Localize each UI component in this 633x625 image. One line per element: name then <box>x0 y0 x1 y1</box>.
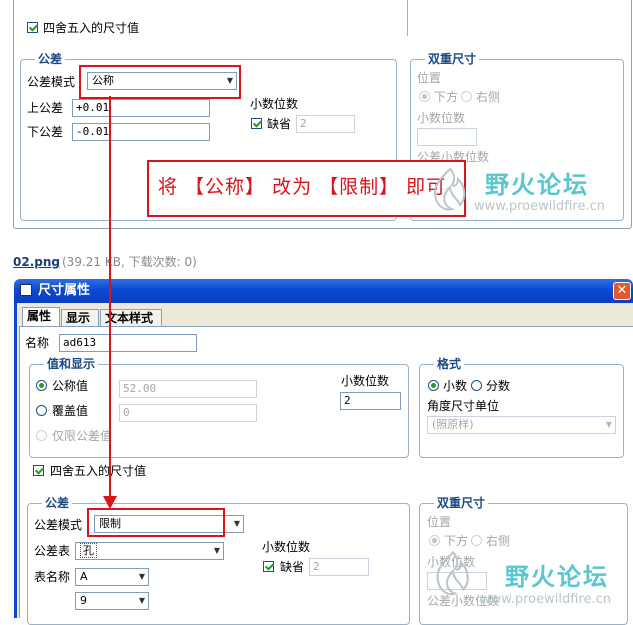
annotation-arrow <box>103 96 117 509</box>
